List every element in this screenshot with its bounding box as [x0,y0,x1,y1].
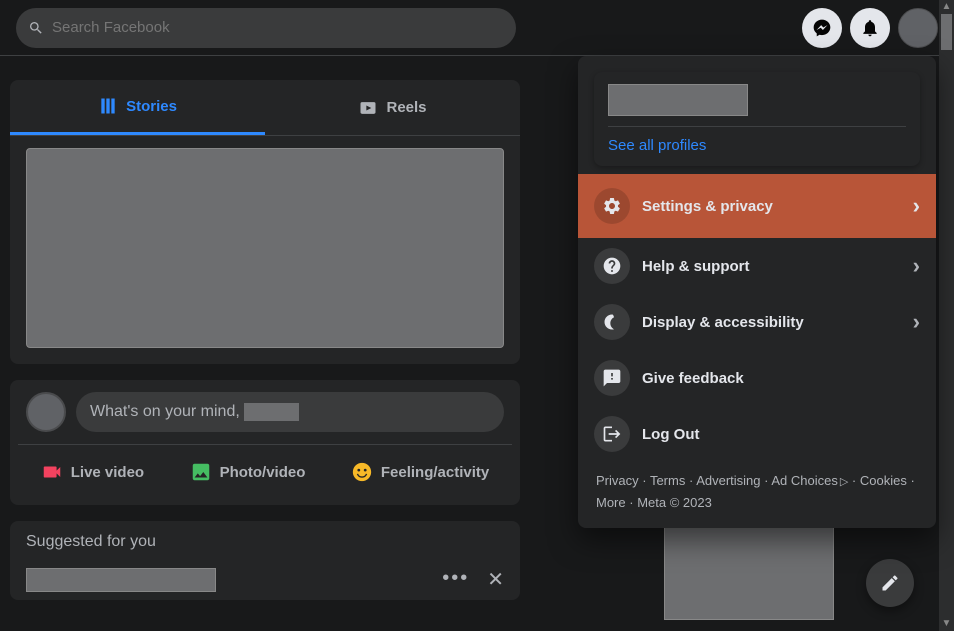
menu-feedback-label: Give feedback [642,370,744,387]
tab-reels[interactable]: Reels [265,80,520,135]
menu-settings-privacy[interactable]: Settings & privacy › [578,174,936,238]
menu-display-accessibility[interactable]: Display & accessibility › [586,294,928,350]
chevron-right-icon: › [913,253,920,279]
suggested-heading: Suggested for you [26,533,504,551]
footer-terms[interactable]: Terms [650,473,685,488]
feeling-label: Feeling/activity [381,464,489,481]
menu-help-label: Help & support [642,258,750,275]
reels-icon [358,98,378,118]
menu-logout-label: Log Out [642,426,699,443]
suggested-card: Suggested for you ••• ✕ [10,521,520,600]
live-video-label: Live video [71,464,144,481]
account-avatar[interactable] [898,8,938,48]
video-icon [41,461,63,483]
composer-input[interactable]: What's on your mind, [76,392,504,432]
footer-cookies[interactable]: Cookies [860,473,907,488]
suggested-close-button[interactable]: ✕ [487,567,504,592]
help-icon [602,256,622,276]
compose-fab[interactable] [866,559,914,607]
chevron-right-icon: › [913,309,920,335]
profile-card[interactable]: See all profiles [594,72,920,166]
composer-avatar[interactable] [26,392,66,432]
scroll-thumb[interactable] [941,14,952,50]
menu-logout[interactable]: Log Out [586,406,928,462]
footer-more[interactable]: More [596,495,626,510]
account-menu: See all profiles Settings & privacy › He… [578,56,936,528]
menu-footer: Privacy · Terms · Advertising · Ad Choic… [586,462,928,520]
stories-icon [98,96,118,116]
smile-icon [351,461,373,483]
footer-meta: Meta © 2023 [637,495,712,510]
footer-advertising[interactable]: Advertising [696,473,760,488]
search-icon [28,20,44,36]
gear-icon [602,196,622,216]
search-input[interactable] [52,19,504,36]
tab-stories[interactable]: Stories [10,80,265,135]
menu-help-support[interactable]: Help & support › [586,238,928,294]
composer-name-placeholder [244,403,299,421]
menu-display-label: Display & accessibility [642,314,804,331]
scroll-down-arrow[interactable]: ▼ [939,617,954,631]
live-video-button[interactable]: Live video [31,455,154,489]
footer-adchoices[interactable]: Ad Choices [771,473,837,488]
photo-video-label: Photo/video [220,464,306,481]
scrollbar[interactable]: ▲ ▼ [939,0,954,631]
scroll-up-arrow[interactable]: ▲ [939,0,954,14]
messenger-button[interactable] [802,8,842,48]
see-all-profiles-link[interactable]: See all profiles [608,137,906,154]
composer-card: What's on your mind, Live video Photo/vi… [10,380,520,505]
logout-icon [602,424,622,444]
composer-prompt: What's on your mind, [90,403,240,421]
photo-video-button[interactable]: Photo/video [180,455,316,489]
suggested-item-placeholder [26,568,216,592]
bell-icon [860,18,880,38]
photo-icon [190,461,212,483]
menu-settings-label: Settings & privacy [642,198,773,215]
tab-reels-label: Reels [386,99,426,116]
feeling-button[interactable]: Feeling/activity [341,455,499,489]
feedback-icon [602,368,622,388]
notifications-button[interactable] [850,8,890,48]
messenger-icon [812,18,832,38]
search-bar[interactable] [16,8,516,48]
suggested-more-button[interactable]: ••• [442,567,469,592]
stories-area[interactable] [26,148,504,348]
menu-give-feedback[interactable]: Give feedback [586,350,928,406]
stories-card: Stories Reels [10,80,520,364]
chevron-right-icon: › [913,193,920,219]
tab-stories-label: Stories [126,98,177,115]
edit-icon [880,573,900,593]
profile-name-placeholder [608,84,748,116]
moon-icon [602,312,622,332]
footer-privacy[interactable]: Privacy [596,473,639,488]
